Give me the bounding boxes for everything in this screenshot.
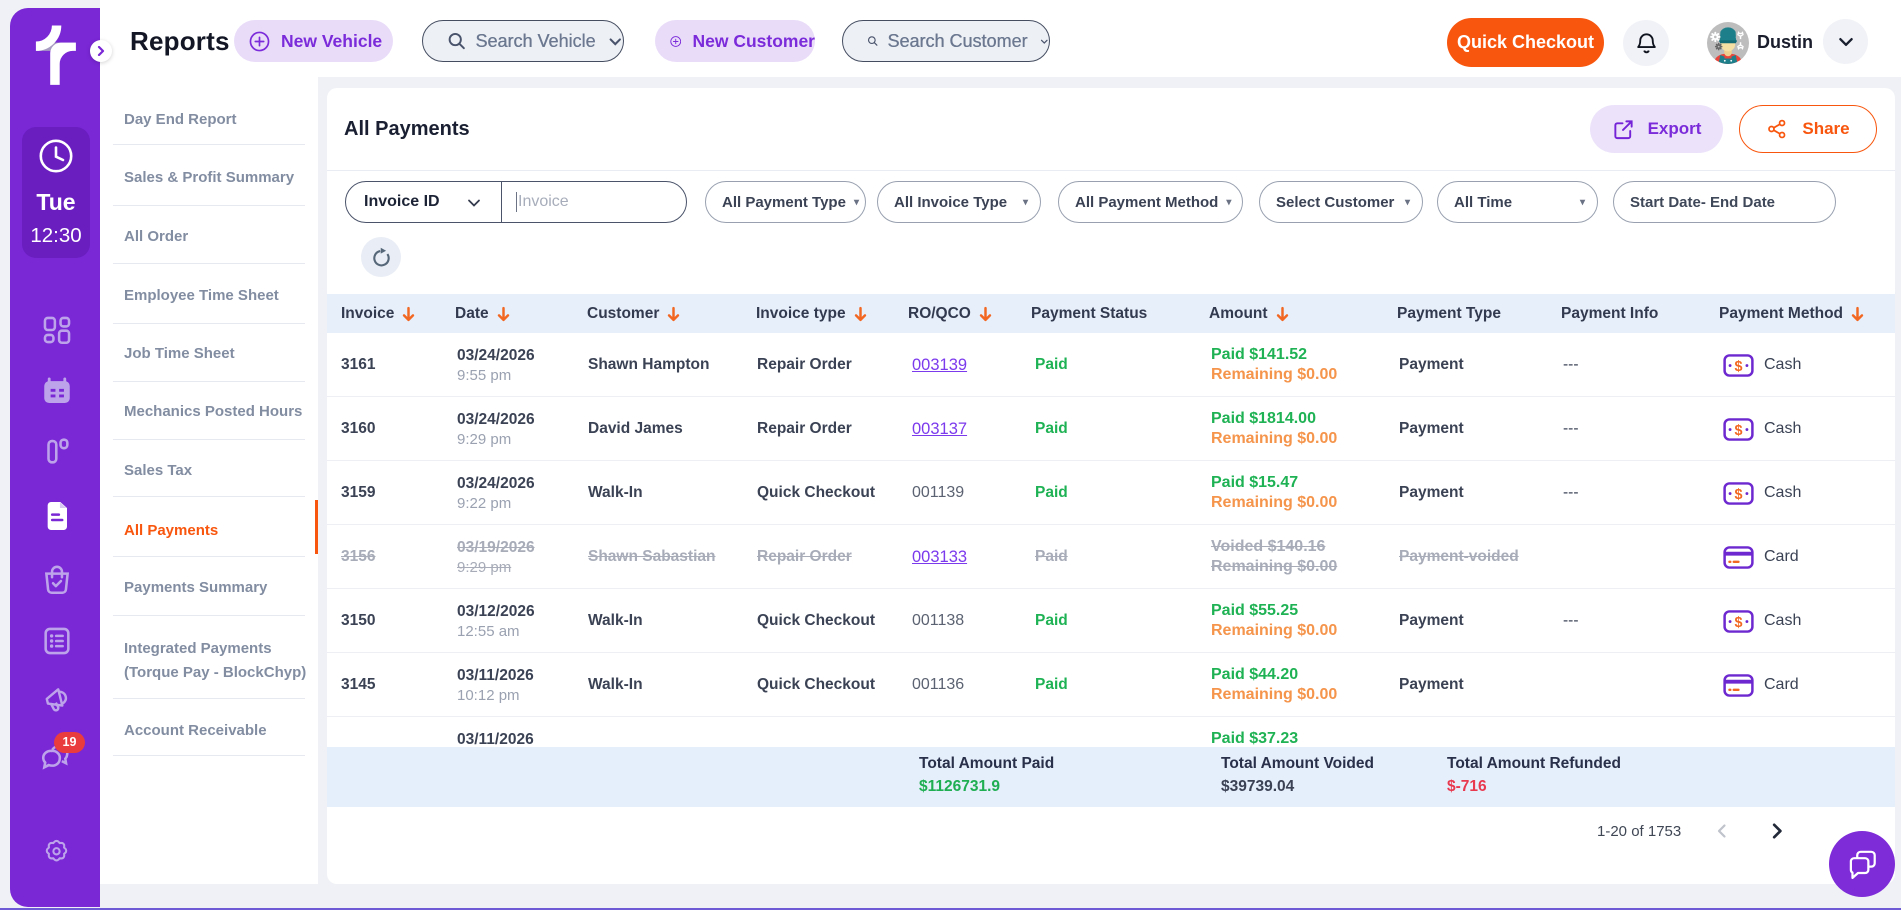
svg-text:$: $	[1735, 358, 1743, 374]
svg-text:$: $	[1735, 486, 1743, 502]
svg-text:$: $	[1735, 614, 1743, 630]
svg-text:$: $	[1735, 422, 1743, 438]
